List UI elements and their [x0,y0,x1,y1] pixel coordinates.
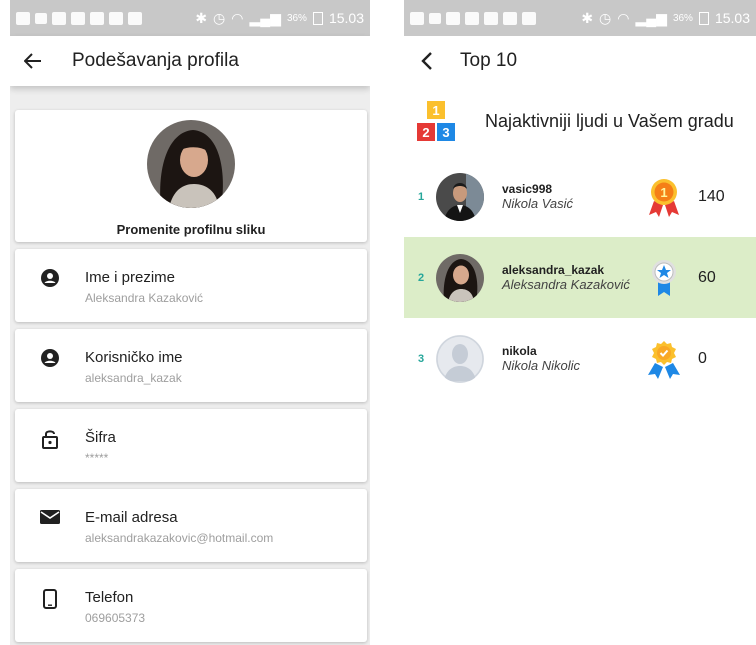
username-field[interactable]: Korisničko ime aleksandra_kazak [15,329,367,402]
notification-icon [109,11,123,25]
field-value: Aleksandra Kazaković [85,291,204,305]
battery-percent: 36% [286,12,307,24]
points: 60 [698,268,716,286]
notification-icons [410,11,536,25]
podium-first: 1 [427,101,445,119]
points: 140 [698,187,725,205]
notification-icon [429,12,441,24]
bluetooth-icon: ✱ [581,9,594,26]
chevron-left-icon [421,52,432,70]
avatar-placeholder [436,334,484,383]
notification-icon [484,11,498,25]
field-value: aleksandra_kazak [85,371,182,385]
notification-icon [16,11,30,25]
profile-avatar[interactable] [147,120,235,208]
notification-icon [35,12,47,24]
page-title: Podešavanja profila [72,50,239,71]
phone-icon [43,589,57,609]
rank-number: 3 [417,352,425,365]
bluetooth-icon: ✱ [195,9,208,26]
avatar [436,172,484,221]
profile-form: Promenite profilnu sliku Ime i prezime A… [10,86,370,642]
gold-medal-icon: 1 [646,177,682,217]
profile-photo-card[interactable]: Promenite profilnu sliku [15,110,367,242]
status-bar: ✱ ◷ ◠ ▂▄▆ 36% 15.03 [404,0,756,36]
back-button[interactable] [10,53,56,69]
battery-icon [698,11,709,25]
profile-settings-screen: ✱ ◷ ◠ ▂▄▆ 36% 15.03 Podešavanja profila [10,0,370,645]
full-name: Nikola Vasić [502,195,574,211]
page-title: Top 10 [460,50,518,71]
battery-percent: 36% [672,12,693,24]
back-button[interactable] [404,52,450,70]
arrow-back-icon [24,53,41,69]
podium-icon: 1 2 3 [415,95,457,147]
lock-icon [42,430,58,449]
phone-field[interactable]: Telefon 069605373 [15,569,367,642]
person-icon [41,269,59,287]
podium-third: 3 [437,123,455,141]
check-badge-icon [646,339,682,379]
notification-icon [446,11,460,25]
field-label: Telefon [85,589,134,606]
field-label: Ime i prezime [85,269,176,286]
leaderboard-row-current-user[interactable]: 2 aleksandra_kazak Aleksandra Kazaković … [404,237,756,318]
notification-icon [128,11,142,25]
leaderboard-row[interactable]: 1 vasic998 Nikola Vasić 1 140 [404,156,756,237]
field-value: aleksandrakazakovic@hotmail.com [85,531,274,545]
field-value: ***** [85,451,109,465]
points: 0 [698,349,707,367]
app-bar: Podešavanja profila [10,36,370,86]
field-value: 069605373 [85,611,146,625]
full-name: Nikola Nikolic [502,357,581,373]
field-label: Korisničko ime [85,349,183,366]
status-bar: ✱ ◷ ◠ ▂▄▆ 36% 15.03 [10,0,370,36]
leaderboard-header: 1 2 3 Najaktivniji ljudi u Vašem gradu [404,86,756,156]
username: aleksandra_kazak [502,262,605,277]
leaderboard-row[interactable]: 3 nikola Nikola Nikolic 0 [404,318,756,399]
person-icon [41,349,59,367]
notification-icon [71,11,85,25]
app-bar: Top 10 [404,36,756,86]
notification-icon [503,11,517,25]
star-ribbon-icon [646,258,682,298]
avatar [436,253,484,302]
top-10-screen: ✱ ◷ ◠ ▂▄▆ 36% 15.03 Top 10 1 2 3 Najakti… [404,0,756,645]
full-name-field[interactable]: Ime i prezime Aleksandra Kazaković [15,249,367,322]
clock: 15.03 [714,10,750,26]
full-name: Aleksandra Kazaković [502,276,630,292]
signal-icon: ▂▄▆ [249,9,281,26]
notification-icon [410,11,424,25]
leaderboard-title: Najaktivniji ljudi u Vašem gradu [485,110,734,131]
notification-icon [90,11,104,25]
field-label: Šifra [85,429,116,446]
wifi-icon: ◠ [617,9,630,26]
username: nikola [502,343,537,358]
wifi-icon: ◠ [231,9,244,26]
username: vasic998 [502,181,553,196]
svg-text:1: 1 [660,185,667,200]
password-field[interactable]: Šifra ***** [15,409,367,482]
signal-icon: ▂▄▆ [635,9,667,26]
podium-second: 2 [417,123,435,141]
email-icon [40,510,60,524]
notification-icon [52,11,66,25]
field-label: E-mail adresa [85,509,178,526]
notification-icon [465,11,479,25]
battery-icon [312,11,323,25]
notification-icon [522,11,536,25]
alarm-icon: ◷ [599,9,612,26]
alarm-icon: ◷ [213,9,226,26]
rank-number: 2 [417,271,425,284]
clock: 15.03 [328,10,364,26]
change-photo-label: Promenite profilnu sliku [116,222,266,237]
notification-icons [16,11,142,25]
rank-number: 1 [417,190,425,203]
email-field[interactable]: E-mail adresa aleksandrakazakovic@hotmai… [15,489,367,562]
